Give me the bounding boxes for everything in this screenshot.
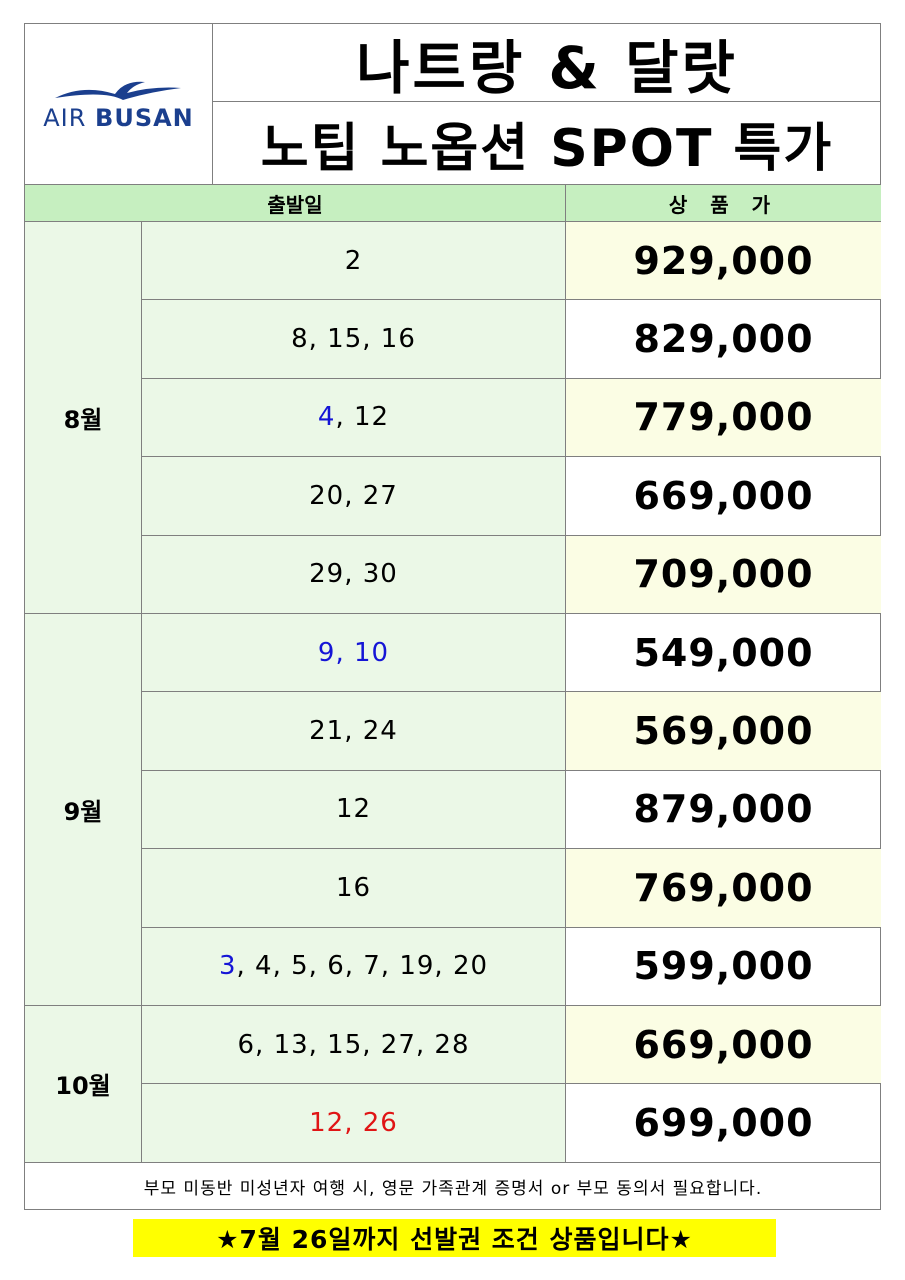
deadline-banner: ★7월 26일까지 선발권 조건 상품입니다★: [133, 1219, 776, 1257]
date-text: 4: [317, 402, 336, 433]
date-text: 16: [335, 872, 372, 903]
departure-dates: 3, 4, 5, 6, 7, 19, 20: [142, 927, 566, 1006]
logo-text: AIR BUSAN: [43, 104, 194, 132]
date-text: 12: [335, 794, 372, 825]
price-value: 599,000: [566, 928, 881, 1006]
departure-dates: 12: [142, 770, 566, 850]
price-value: 929,000: [566, 222, 881, 301]
departure-dates: 4, 12: [142, 378, 566, 458]
price-value: 769,000: [566, 849, 881, 928]
seagull-logo-icon: [55, 81, 182, 100]
date-text: 20, 27: [309, 480, 398, 511]
date-text: 9, 10: [317, 637, 390, 668]
departure-dates: 9, 10: [142, 614, 566, 693]
price-value: 669,000: [566, 457, 881, 536]
departure-dates: 12, 26: [142, 1084, 566, 1163]
price-value: 829,000: [566, 300, 881, 379]
price-value: 569,000: [566, 692, 881, 771]
date-text: , 12: [335, 402, 390, 433]
departure-dates: 21, 24: [142, 692, 566, 771]
header-departure-date: 출발일: [25, 184, 566, 222]
notice-text: 부모 미동반 미성년자 여행 시, 영문 가족관계 증명서 or 부모 동의서 …: [143, 1179, 763, 1199]
date-text: 29, 30: [309, 559, 398, 590]
price-value: 779,000: [566, 378, 881, 458]
departure-dates: 6, 13, 15, 27, 28: [142, 1006, 566, 1085]
date-text: 8, 15, 16: [291, 324, 416, 355]
price-value: 669,000: [566, 1006, 881, 1085]
title-promo: 노팁 노옵션 SPOT 특가: [260, 118, 834, 179]
price-value: 549,000: [566, 614, 881, 693]
departure-dates: 29, 30: [142, 535, 566, 614]
price-value: 879,000: [566, 771, 881, 850]
date-text: 6, 13, 15, 27, 28: [237, 1029, 470, 1060]
month-label: 9월: [25, 614, 142, 1006]
header-price: 상 품 가: [566, 184, 881, 222]
date-text: 21, 24: [309, 716, 398, 747]
price-value: 709,000: [566, 535, 881, 614]
departure-dates: 20, 27: [142, 457, 566, 536]
departure-dates: 2: [142, 222, 566, 301]
date-text: 2: [344, 245, 363, 276]
departure-dates: 16: [142, 849, 566, 928]
departure-dates: 8, 15, 16: [142, 300, 566, 379]
price-sheet: AIR BUSAN 나트랑 & 달랏 노팁 노옵션 SPOT 특가 출발일 상 …: [24, 23, 881, 1210]
price-value: 699,000: [566, 1084, 881, 1163]
month-label: 8월: [25, 222, 142, 614]
date-text: , 4, 5, 6, 7, 19, 20: [236, 951, 489, 982]
date-text: 12, 26: [309, 1108, 398, 1139]
month-label: 10월: [25, 1006, 142, 1163]
title-destination: 나트랑 & 달랏: [213, 24, 881, 102]
date-text: 3: [218, 951, 237, 982]
air-busan-logo: AIR BUSAN: [25, 24, 213, 184]
